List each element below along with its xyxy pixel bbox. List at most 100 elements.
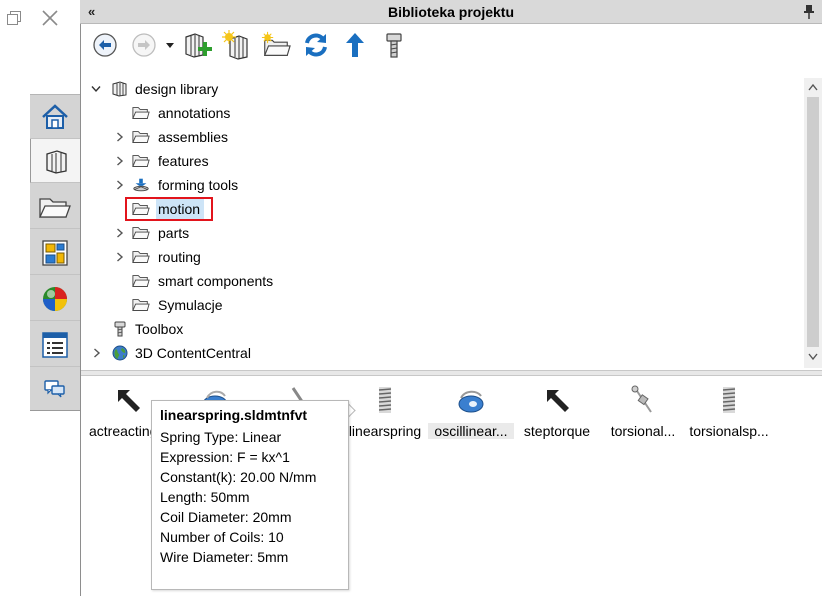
appearances-icon: [43, 286, 67, 311]
design-library-icon: [112, 81, 127, 97]
globe-icon: [112, 345, 128, 361]
tree-item-label: smart components: [158, 273, 274, 289]
tree-item-features[interactable]: features: [80, 149, 780, 173]
add-to-library-button[interactable]: [183, 30, 213, 60]
arrow-icon: [118, 390, 140, 412]
tree-item-label: parts: [158, 225, 190, 241]
tab-file-explorer[interactable]: [30, 185, 80, 229]
chevron-right-icon[interactable]: [114, 245, 126, 269]
folder-icon: [132, 131, 150, 143]
add-to-library-icon: [185, 33, 212, 58]
chevron-right-icon[interactable]: [91, 341, 103, 365]
tab-view-palette[interactable]: [30, 231, 80, 275]
tooltip-line: Spring Type: Linear: [160, 429, 282, 445]
pin-icon[interactable]: [802, 4, 816, 20]
tooltip-line: Number of Coils: 10: [160, 529, 284, 545]
create-new-folder-button[interactable]: [261, 30, 291, 60]
tab-design-library[interactable]: [30, 139, 81, 183]
folder-icon: [132, 251, 150, 263]
folder-icon: [132, 107, 150, 119]
forum-icon: [44, 379, 65, 397]
spring-icon: [378, 387, 392, 413]
tab-custom-properties[interactable]: [30, 323, 80, 367]
folder-icon: [132, 299, 150, 311]
tree-item-label: 3D ContentCentral: [135, 345, 251, 361]
spring-icon: [722, 387, 736, 413]
tree-item-symulacje[interactable]: Symulacje: [80, 293, 780, 317]
tooltip-line: Expression: F = kx^1: [160, 449, 290, 465]
tab-appearances[interactable]: [30, 277, 80, 321]
tree-item-annotations[interactable]: annotations: [80, 101, 780, 125]
scrollbar-thumb[interactable]: [807, 97, 819, 347]
tooltip-line: Wire Diameter: 5mm: [160, 549, 289, 565]
chevron-right-icon[interactable]: [114, 149, 126, 173]
tree-item-label: design library: [135, 81, 219, 97]
item-label: torsional...: [610, 423, 676, 439]
tree-item-label: features: [158, 153, 209, 169]
toolbox-icon: [386, 33, 402, 58]
chevron-down-icon[interactable]: [90, 77, 102, 101]
tree-item-label: routing: [158, 249, 201, 265]
collapse-panel-button[interactable]: «: [88, 4, 104, 20]
design-library-icon: [46, 149, 67, 174]
chevron-right-icon[interactable]: [114, 221, 126, 245]
item-label: linearspring: [348, 423, 422, 439]
chevron-right-icon[interactable]: [114, 173, 126, 197]
history-dropdown-button[interactable]: [160, 30, 180, 60]
tree-item-toolbox[interactable]: Toolbox: [80, 317, 780, 341]
forming-tools-icon: [133, 178, 149, 192]
back-button[interactable]: [90, 30, 120, 60]
tree-item-routing[interactable]: routing: [80, 245, 780, 269]
task-pane-tabs: [30, 94, 81, 411]
tooltip-line: Constant(k): 20.00 N/mm: [160, 469, 317, 485]
scroll-up-icon[interactable]: [807, 82, 819, 92]
create-new-folder-icon: [261, 31, 291, 56]
tree-item-3d-contentcentral[interactable]: 3D ContentCentral: [80, 341, 780, 365]
item-label: torsionalsp...: [689, 423, 769, 439]
tree-item-label: Symulacje: [158, 297, 223, 313]
tree-item-smart-components[interactable]: smart components: [80, 269, 780, 293]
tab-home[interactable]: [30, 95, 80, 139]
tooltip-title: linearspring.sldmtnfvt: [160, 407, 308, 423]
arrow-icon: [547, 390, 569, 412]
library-item-linearspring[interactable]: linearspring: [342, 382, 428, 442]
item-tooltip: linearspring.sldmtnfvt Spring Type: Line…: [151, 400, 349, 590]
back-icon: [93, 33, 117, 57]
highlight-box: [125, 197, 213, 221]
torsional-icon: [631, 385, 652, 413]
toolbox-button[interactable]: [379, 30, 409, 60]
tree-item-design-library[interactable]: design library: [80, 77, 780, 101]
up-one-level-button[interactable]: [340, 30, 370, 60]
tree-item-label: forming tools: [158, 177, 239, 193]
scroll-down-icon[interactable]: [807, 352, 819, 362]
home-icon: [42, 103, 68, 129]
tree-item-parts[interactable]: parts: [80, 221, 780, 245]
library-item-oscillinear[interactable]: oscillinear...: [428, 382, 514, 442]
add-file-location-button[interactable]: [222, 30, 252, 60]
folder-icon: [132, 155, 150, 167]
view-palette-icon: [42, 239, 68, 266]
oscillating-icon: [458, 390, 484, 413]
toolbox-icon: [114, 321, 126, 337]
tab-forum[interactable]: [30, 367, 80, 411]
tooltip-line: Coil Diameter: 20mm: [160, 509, 292, 525]
item-label: oscillinear...: [428, 423, 514, 439]
folder-icon: [132, 275, 150, 287]
restore-icon[interactable]: [6, 10, 22, 26]
forward-icon: [132, 33, 156, 57]
tree-item-forming-tools[interactable]: forming tools: [80, 173, 780, 197]
refresh-icon: [305, 33, 327, 57]
library-item-steptorque[interactable]: steptorque: [514, 382, 600, 442]
custom-properties-icon: [42, 331, 68, 358]
library-item-torsionalspring[interactable]: torsionalsp...: [686, 382, 772, 442]
add-file-location-icon: [222, 30, 248, 60]
pane-splitter[interactable]: [81, 370, 822, 376]
refresh-button[interactable]: [301, 30, 331, 60]
forward-button[interactable]: [129, 30, 159, 60]
panel-titlebar: Biblioteka projektu: [80, 0, 822, 24]
library-item-torsional[interactable]: torsional...: [600, 382, 686, 442]
chevron-right-icon[interactable]: [114, 125, 126, 149]
close-icon[interactable]: [40, 8, 60, 28]
tree-item-assemblies[interactable]: assemblies: [80, 125, 780, 149]
file-explorer-icon: [38, 197, 71, 218]
